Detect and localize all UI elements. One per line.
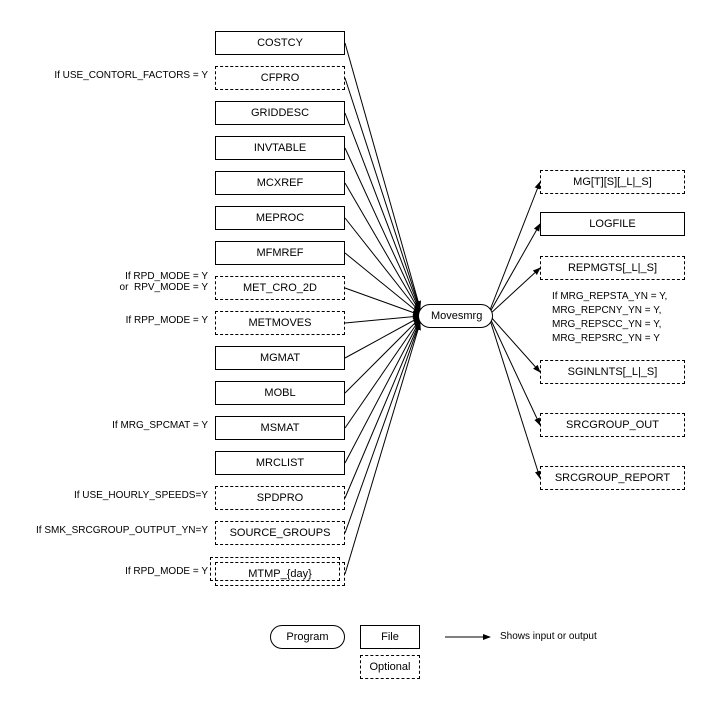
legend-arrow-label: Shows input or output [500, 631, 597, 642]
legend-file: File [360, 625, 420, 649]
legend-program: Program [270, 625, 345, 649]
cond-metmoves: If RPP_MODE = Y [8, 315, 208, 326]
cond-metcro2d: If RPD_MODE = Y or RPV_MODE = Y [8, 271, 208, 293]
program-movesmrg: Movesmrg [418, 304, 493, 328]
legend-file-label: File [381, 631, 399, 643]
output-logfile: LOGFILE [540, 212, 685, 236]
cond-spdpro: If USE_HOURLY_SPEEDS=Y [8, 490, 208, 501]
cond-cfpro: If USE_CONTORL_FACTORS = Y [8, 70, 208, 81]
cond-sginlnts: If MRG_REPSTA_YN = Y, MRG_REPCNY_YN = Y,… [552, 290, 667, 346]
input-mrclist: MRCLIST [215, 451, 345, 475]
program-label: Movesmrg [431, 310, 482, 322]
legend-program-label: Program [286, 631, 328, 643]
input-mcxref: MCXREF [215, 171, 345, 195]
input-msmat: MSMAT [215, 416, 345, 440]
input-spdpro: SPDPRO [215, 486, 345, 510]
legend-optional-label: Optional [370, 661, 411, 673]
input-metcro2d: MET_CRO_2D [215, 276, 345, 300]
cond-sourcegroups: If SMK_SRCGROUP_OUTPUT_YN=Y [8, 525, 208, 536]
input-invtable: INVTABLE [215, 136, 345, 160]
output-srcgroup-report: SRCGROUP_REPORT [540, 466, 685, 490]
input-metmoves: METMOVES [215, 311, 345, 335]
input-cfpro: CFPRO [215, 66, 345, 90]
output-mgts: MG[T][S][_L|_S] [540, 170, 685, 194]
cond-msmat: If MRG_SPCMAT = Y [8, 420, 208, 431]
input-griddesc: GRIDDESC [215, 101, 345, 125]
input-costcy: COSTCY [215, 31, 345, 55]
output-repmgts: REPMGTS[_L|_S] [540, 256, 685, 280]
arrows-layer [0, 0, 721, 712]
input-sourcegroups: SOURCE_GROUPS [215, 521, 345, 545]
legend-optional: Optional [360, 655, 420, 679]
input-mgmat: MGMAT [215, 346, 345, 370]
input-mobl: MOBL [215, 381, 345, 405]
output-srcgroup-out: SRCGROUP_OUT [540, 413, 685, 437]
input-meproc: MEPROC [215, 206, 345, 230]
output-sginlnts: SGINLNTS[_L|_S] [540, 360, 685, 384]
input-mfmref: MFMREF [215, 241, 345, 265]
cond-mtmp: If RPD_MODE = Y [8, 566, 208, 577]
input-mtmp-day: MTMP_{day} [215, 562, 345, 586]
